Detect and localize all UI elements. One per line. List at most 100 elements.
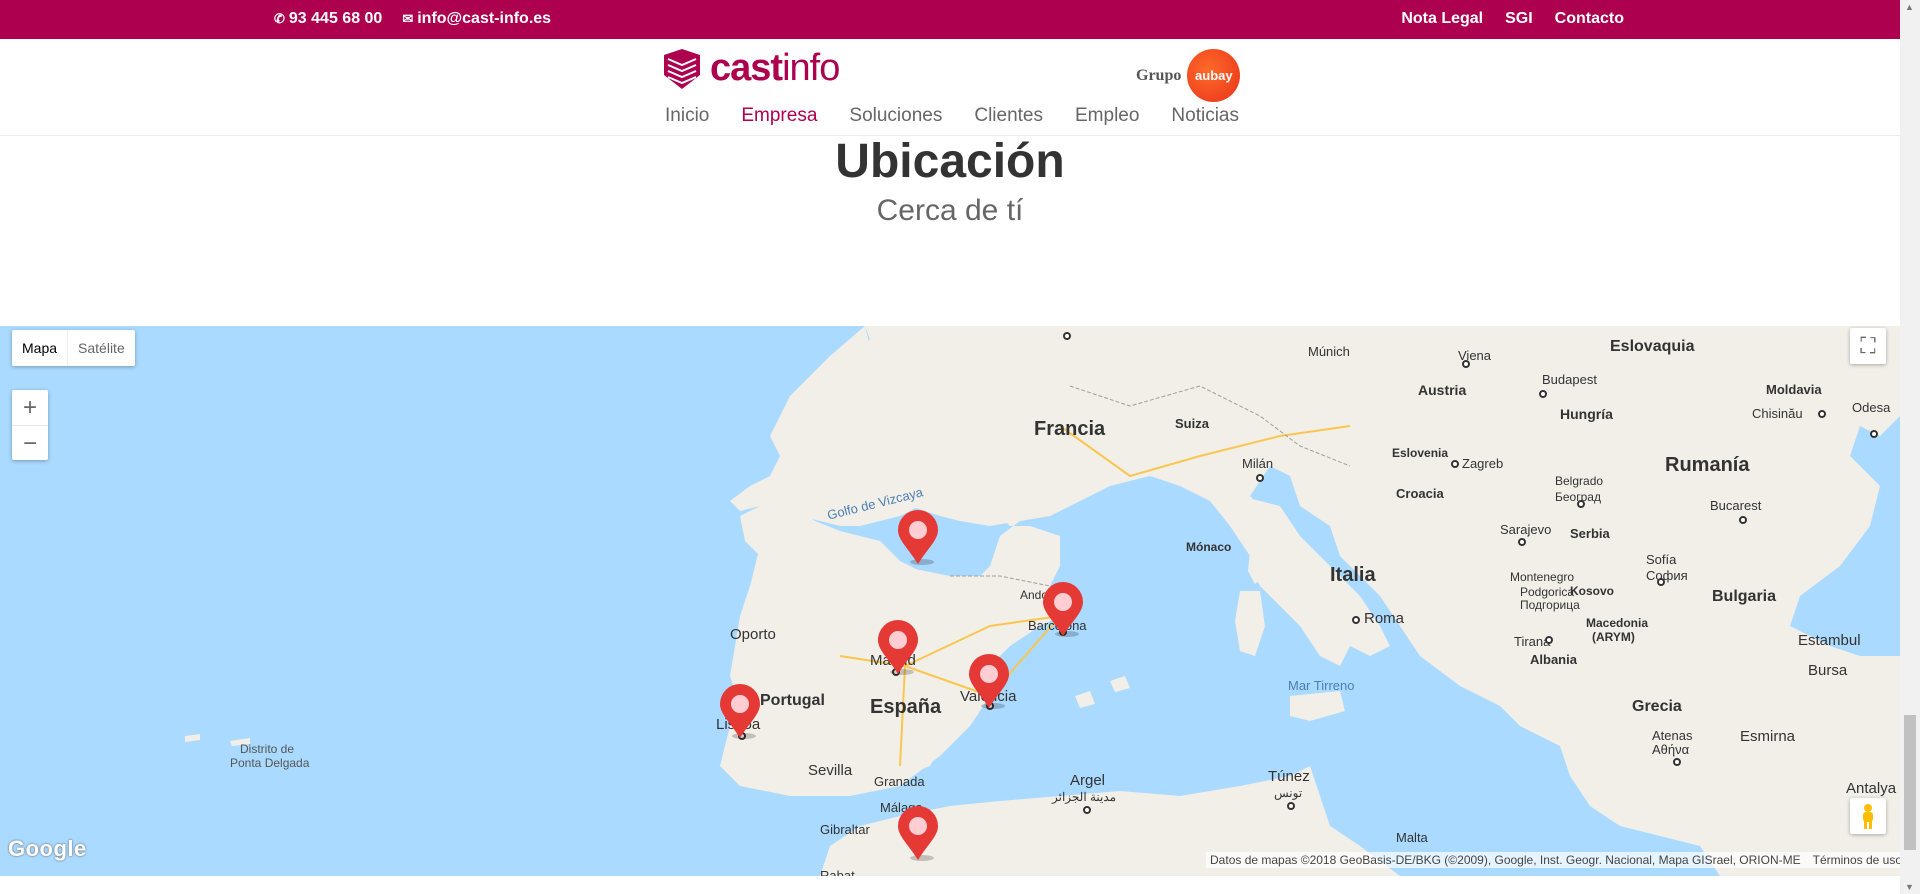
- label-gibraltar: Gibraltar: [820, 822, 870, 837]
- label-esmirna: Esmirna: [1740, 728, 1796, 745]
- label-roma: Roma: [1364, 610, 1405, 627]
- city-dot-tunez: [1287, 802, 1295, 810]
- label-estambul: Estambul: [1798, 632, 1861, 649]
- nav-empleo[interactable]: Empleo: [1075, 105, 1139, 127]
- location-pin-valencia[interactable]: [967, 654, 1011, 710]
- city-dot-praga: [1063, 332, 1071, 340]
- label-eslovaquia: Eslovaquia: [1610, 338, 1695, 355]
- location-pin-madrid[interactable]: [876, 620, 920, 676]
- scroll-up-icon[interactable]: ▲: [1905, 2, 1914, 12]
- city-dot-budapest: [1539, 390, 1547, 398]
- label-ponta: Ponta Delgada: [230, 756, 310, 770]
- label-bulgaria: Bulgaria: [1712, 588, 1777, 605]
- label-kosovo: Kosovo: [1570, 584, 1615, 598]
- sgi-link[interactable]: SGI: [1505, 10, 1533, 28]
- label-argel: Argel: [1070, 772, 1106, 789]
- envelope-icon: ✉: [402, 11, 414, 26]
- nav-clientes[interactable]: Clientes: [974, 105, 1043, 127]
- castinfo-logo-icon: [662, 48, 702, 89]
- label-belgrado: Belgrado: [1555, 474, 1604, 488]
- email-link[interactable]: ✉ info@cast-info.es: [402, 10, 551, 28]
- contacto-link[interactable]: Contacto: [1555, 10, 1624, 28]
- label-suiza: Suiza: [1175, 416, 1209, 431]
- scroll-down-icon[interactable]: ▼: [1905, 882, 1914, 892]
- map-attribution: Datos de mapas ©2018 GeoBasis-DE/BKG (©2…: [1206, 852, 1906, 868]
- label-podgorica: Podgorica: [1520, 585, 1575, 599]
- label-malta: Malta: [1396, 830, 1428, 845]
- logo-text: castinfo: [710, 47, 840, 89]
- google-map[interactable]: Francia España Italia Rumanía Grecia Bul…: [0, 326, 1900, 876]
- castinfo-logo[interactable]: castinfo: [662, 47, 840, 90]
- location-pin-barcelona[interactable]: [1041, 582, 1085, 638]
- city-dot-argel: [1083, 806, 1091, 814]
- label-mar-tirreno: Mar Tirreno: [1288, 678, 1355, 693]
- label-croacia: Croacia: [1396, 486, 1444, 501]
- label-atenas-gr: Αθήνα: [1652, 742, 1690, 757]
- label-francia: Francia: [1034, 418, 1106, 440]
- city-dot-tirana: [1545, 636, 1553, 644]
- contact-info: ✆ 93 445 68 00 ✉ info@cast-info.es: [274, 10, 551, 28]
- label-zagreb: Zagreb: [1462, 456, 1504, 471]
- aubay-logo: aubay: [1187, 49, 1241, 102]
- pegman-icon: [1863, 804, 1873, 829]
- zoom-controls: + −: [12, 390, 48, 460]
- label-rumania: Rumanía: [1665, 454, 1750, 476]
- grupo-aubay[interactable]: Grupo aubay: [1136, 49, 1241, 102]
- main-nav: Inicio Empresa Soluciones Clientes Emple…: [665, 105, 1239, 127]
- label-budapest: Budapest: [1542, 372, 1597, 387]
- label-tunez-ar: تونس: [1274, 786, 1303, 800]
- section-subtitle: Cerca de tí: [876, 194, 1024, 227]
- label-portugal: Portugal: [760, 692, 825, 709]
- label-munich: Múnich: [1308, 344, 1350, 359]
- nav-soluciones[interactable]: Soluciones: [849, 105, 942, 127]
- label-oporto: Oporto: [730, 626, 776, 643]
- scrollbar-thumb[interactable]: [1904, 715, 1916, 850]
- nav-inicio[interactable]: Inicio: [665, 105, 709, 127]
- phone-link[interactable]: ✆ 93 445 68 00: [274, 10, 382, 28]
- label-sofia-cyr: София: [1646, 568, 1688, 583]
- zoom-in-button[interactable]: +: [12, 390, 48, 425]
- city-dot-roma: [1352, 616, 1360, 624]
- fullscreen-button[interactable]: ⛶: [1850, 328, 1886, 364]
- label-albania: Albania: [1530, 652, 1577, 667]
- label-sofia: Sofía: [1646, 552, 1677, 567]
- label-antalya: Antalya: [1846, 780, 1897, 797]
- city-dot-sarajevo: [1518, 538, 1526, 546]
- terms-link[interactable]: Términos de uso: [1813, 853, 1902, 867]
- phone-icon: ✆: [274, 11, 285, 26]
- nav-noticias[interactable]: Noticias: [1171, 105, 1239, 127]
- label-moldavia: Moldavia: [1766, 382, 1822, 397]
- label-italia: Italia: [1330, 564, 1376, 586]
- label-macedonia-arym: (ARYM): [1592, 630, 1635, 644]
- zoom-out-button[interactable]: −: [12, 425, 48, 460]
- top-bar: ✆ 93 445 68 00 ✉ info@cast-info.es Nota Le…: [0, 0, 1900, 39]
- label-bursa: Bursa: [1808, 662, 1848, 679]
- location-pin-malaga[interactable]: [896, 806, 940, 862]
- nav-empresa[interactable]: Empresa: [741, 105, 817, 127]
- aubay-logo-text: aubay: [1195, 68, 1233, 83]
- label-hungria: Hungría: [1560, 406, 1613, 422]
- label-macedonia: Macedonia: [1586, 616, 1649, 630]
- location-pin-bilbao[interactable]: [896, 510, 940, 566]
- label-tunez: Túnez: [1268, 768, 1310, 785]
- city-dot-viena: [1462, 360, 1470, 368]
- city-dot-bucarest: [1739, 516, 1747, 524]
- section-title: Ubicación: [835, 135, 1065, 188]
- city-dot-belgrado: [1577, 500, 1585, 508]
- nota-legal-link[interactable]: Nota Legal: [1401, 10, 1483, 28]
- city-dot-milan: [1256, 474, 1264, 482]
- fullscreen-icon: ⛶: [1860, 333, 1876, 358]
- label-serbia: Serbia: [1570, 526, 1610, 541]
- map-type-mapa[interactable]: Mapa: [12, 330, 67, 366]
- location-pin-lisboa[interactable]: [718, 684, 762, 740]
- street-view-button[interactable]: [1850, 798, 1886, 834]
- map-type-satelite[interactable]: Satélite: [67, 330, 135, 366]
- map-land: [185, 326, 1900, 876]
- label-atenas: Atenas: [1652, 728, 1693, 743]
- phone-number: 93 445 68 00: [288, 10, 383, 27]
- label-milan: Milán: [1242, 456, 1274, 471]
- city-dot-sofia: [1657, 578, 1665, 586]
- label-argel-ar: مدينة الجزائر: [1052, 790, 1117, 804]
- page-scrollbar[interactable]: ▲ ▼: [1900, 0, 1920, 894]
- city-dot-chisinau: [1818, 410, 1826, 418]
